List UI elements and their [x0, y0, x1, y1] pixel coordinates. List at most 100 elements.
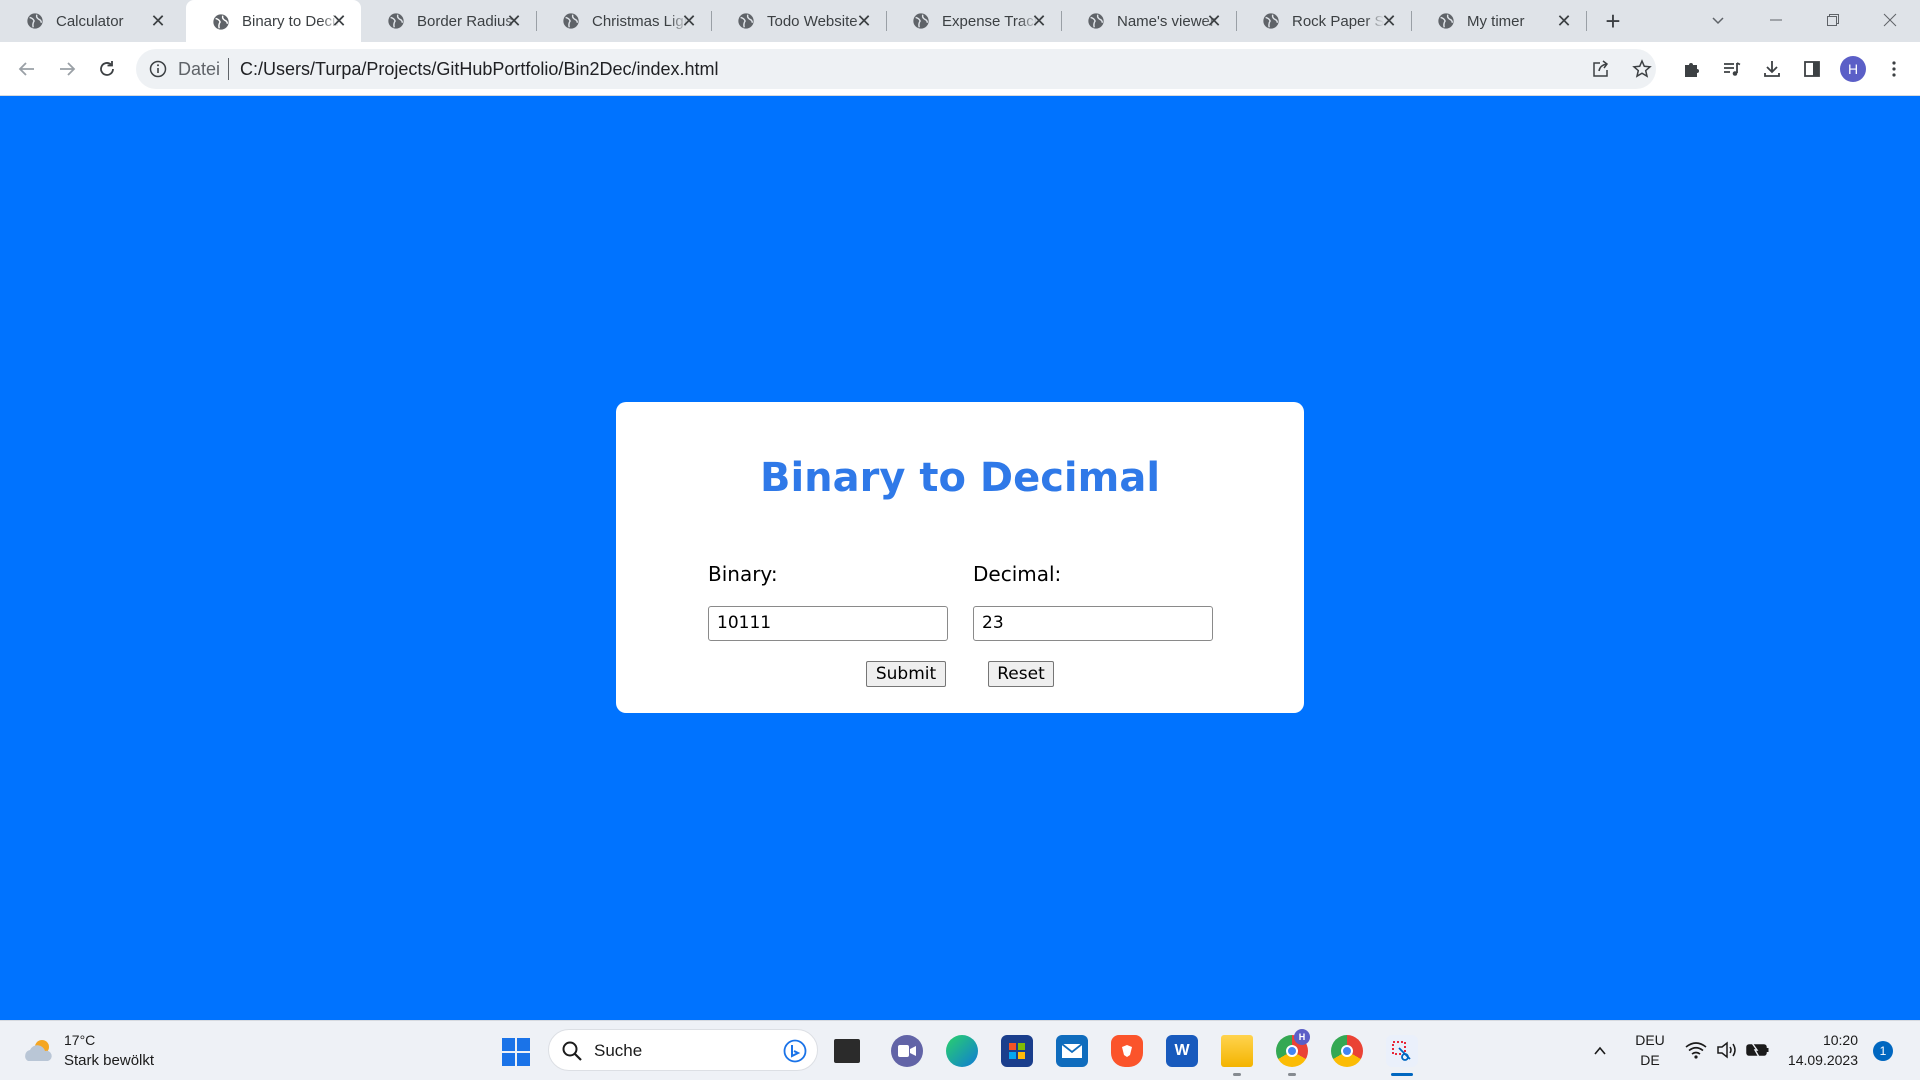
close-icon[interactable]: ✕	[329, 11, 349, 31]
close-icon[interactable]: ✕	[1554, 11, 1574, 31]
globe-icon	[27, 13, 43, 29]
weather-cloud-icon[interactable]	[22, 1037, 56, 1065]
tab-separator	[1586, 11, 1587, 31]
submit-button[interactable]: Submit	[866, 661, 946, 687]
tab-title: Expense Tracker	[942, 12, 1038, 30]
tab-strip: Calculator ✕ Binary to Decimal ✕ Border …	[0, 0, 1920, 43]
tab-title: Binary to Decimal	[242, 13, 340, 30]
battery-icon[interactable]	[1746, 1042, 1770, 1058]
globe-icon	[213, 13, 229, 30]
task-view-icon[interactable]	[834, 1039, 860, 1063]
profile-avatar[interactable]: H	[1840, 56, 1866, 82]
close-icon[interactable]: ✕	[1029, 11, 1049, 31]
tab-border-radius[interactable]: Border Radius ✕	[361, 0, 536, 42]
browser-toolbar: Datei C:/Users/Turpa/Projects/GitHubPort…	[0, 42, 1920, 96]
arrow-left-icon	[18, 62, 34, 76]
extensions-button[interactable]	[1677, 54, 1707, 84]
close-icon[interactable]: ✕	[504, 11, 524, 31]
decimal-input[interactable]: 23	[973, 606, 1213, 641]
snipping-tool-icon[interactable]	[1386, 1035, 1418, 1067]
reset-button[interactable]: Reset	[988, 661, 1054, 687]
tab-expense-tracker[interactable]: Expense Tracker ✕	[886, 0, 1061, 42]
chrome-icon[interactable]	[1331, 1035, 1363, 1067]
bing-icon	[783, 1039, 807, 1063]
brave-icon[interactable]	[1111, 1035, 1143, 1067]
tab-calculator[interactable]: Calculator ✕	[0, 0, 180, 42]
page-title: Binary to Decimal	[759, 455, 1161, 501]
volume-icon[interactable]	[1716, 1041, 1738, 1059]
address-url[interactable]: C:/Users/Turpa/Projects/GitHubPortfolio/…	[240, 59, 719, 80]
notification-badge[interactable]: 1	[1873, 1041, 1893, 1061]
globe-icon	[1438, 13, 1454, 29]
close-icon[interactable]: ✕	[1379, 11, 1399, 31]
menu-button[interactable]	[1879, 54, 1909, 84]
clock-time[interactable]: 10:20	[1784, 1032, 1858, 1048]
back-button[interactable]	[12, 54, 42, 84]
tab-names-viewer[interactable]: Name's viewer ✕	[1061, 0, 1236, 42]
close-icon	[1883, 13, 1897, 27]
weather-temperature: 17°C	[64, 1032, 96, 1048]
close-icon[interactable]: ✕	[148, 11, 168, 31]
running-indicator	[1288, 1073, 1296, 1076]
taskbar: 17°C Stark bewölkt Suche W H DEU DE 10:2…	[0, 1020, 1920, 1080]
tab-christmas-lights[interactable]: Christmas Lights ✕	[536, 0, 711, 42]
chrome-profile-badge-icon: H	[1294, 1029, 1310, 1045]
more-vertical-icon	[1892, 61, 1896, 77]
binary-input[interactable]: 10111	[708, 606, 948, 641]
reload-button[interactable]	[92, 54, 122, 84]
close-window-button[interactable]	[1862, 0, 1918, 40]
info-icon[interactable]	[148, 59, 168, 79]
tab-title: Christmas Lights	[592, 12, 688, 30]
active-indicator	[1391, 1073, 1413, 1076]
close-icon[interactable]: ✕	[679, 11, 699, 31]
language-indicator-top[interactable]: DEU	[1633, 1032, 1667, 1048]
side-panel-button[interactable]	[1797, 54, 1827, 84]
binary-label: Binary:	[708, 562, 778, 586]
restore-icon	[1827, 14, 1839, 26]
tab-todo-website[interactable]: Todo Website ✕	[711, 0, 886, 42]
search-icon	[562, 1041, 582, 1061]
chevron-up-icon[interactable]	[1592, 1043, 1608, 1059]
tab-rock-paper-scissors[interactable]: Rock Paper Scissors ✕	[1236, 0, 1411, 42]
new-tab-button[interactable]: +	[1598, 6, 1628, 36]
minimize-button[interactable]	[1748, 0, 1804, 40]
chevron-down-icon	[1712, 17, 1724, 25]
clock-date[interactable]: 14.09.2023	[1778, 1052, 1858, 1068]
file-explorer-icon[interactable]	[1221, 1035, 1253, 1067]
weather-description: Stark bewölkt	[64, 1052, 155, 1069]
converter-card: Binary to Decimal Binary: 10111 Decimal:…	[616, 402, 1304, 713]
share-icon	[1593, 60, 1609, 77]
tab-binary-to-decimal[interactable]: Binary to Decimal ✕	[186, 0, 361, 43]
wifi-icon[interactable]	[1685, 1041, 1707, 1059]
tab-search-button[interactable]	[1690, 0, 1746, 40]
edge-icon[interactable]	[946, 1035, 978, 1067]
puzzle-icon	[1685, 63, 1699, 77]
tab-title: Rock Paper Scissors	[1292, 12, 1384, 30]
globe-icon	[563, 13, 579, 29]
word-icon[interactable]: W	[1166, 1035, 1198, 1067]
reload-icon	[100, 61, 114, 76]
windows-start-icon[interactable]	[501, 1037, 531, 1067]
bookmark-button[interactable]	[1627, 54, 1657, 84]
star-icon	[1632, 59, 1652, 78]
arrow-right-icon	[60, 62, 76, 76]
tab-my-timer[interactable]: My timer ✕	[1411, 0, 1586, 42]
running-indicator	[1233, 1073, 1241, 1076]
close-icon[interactable]: ✕	[1204, 11, 1224, 31]
language-indicator-bottom[interactable]: DE	[1633, 1052, 1667, 1068]
mail-icon[interactable]	[1056, 1035, 1088, 1067]
forward-button[interactable]	[52, 54, 82, 84]
store-icon[interactable]	[1001, 1035, 1033, 1067]
globe-icon	[1088, 13, 1104, 29]
minimize-icon	[1770, 19, 1782, 21]
taskbar-search[interactable]: Suche	[548, 1029, 818, 1071]
share-button[interactable]	[1586, 54, 1616, 84]
globe-icon	[388, 13, 404, 29]
globe-icon	[738, 13, 754, 29]
downloads-button[interactable]	[1757, 54, 1787, 84]
close-icon[interactable]: ✕	[854, 11, 874, 31]
restore-button[interactable]	[1805, 0, 1861, 40]
teams-icon[interactable]	[891, 1035, 923, 1067]
address-bar[interactable]: Datei C:/Users/Turpa/Projects/GitHubPort…	[136, 49, 1656, 89]
reading-list-button[interactable]	[1717, 54, 1747, 84]
